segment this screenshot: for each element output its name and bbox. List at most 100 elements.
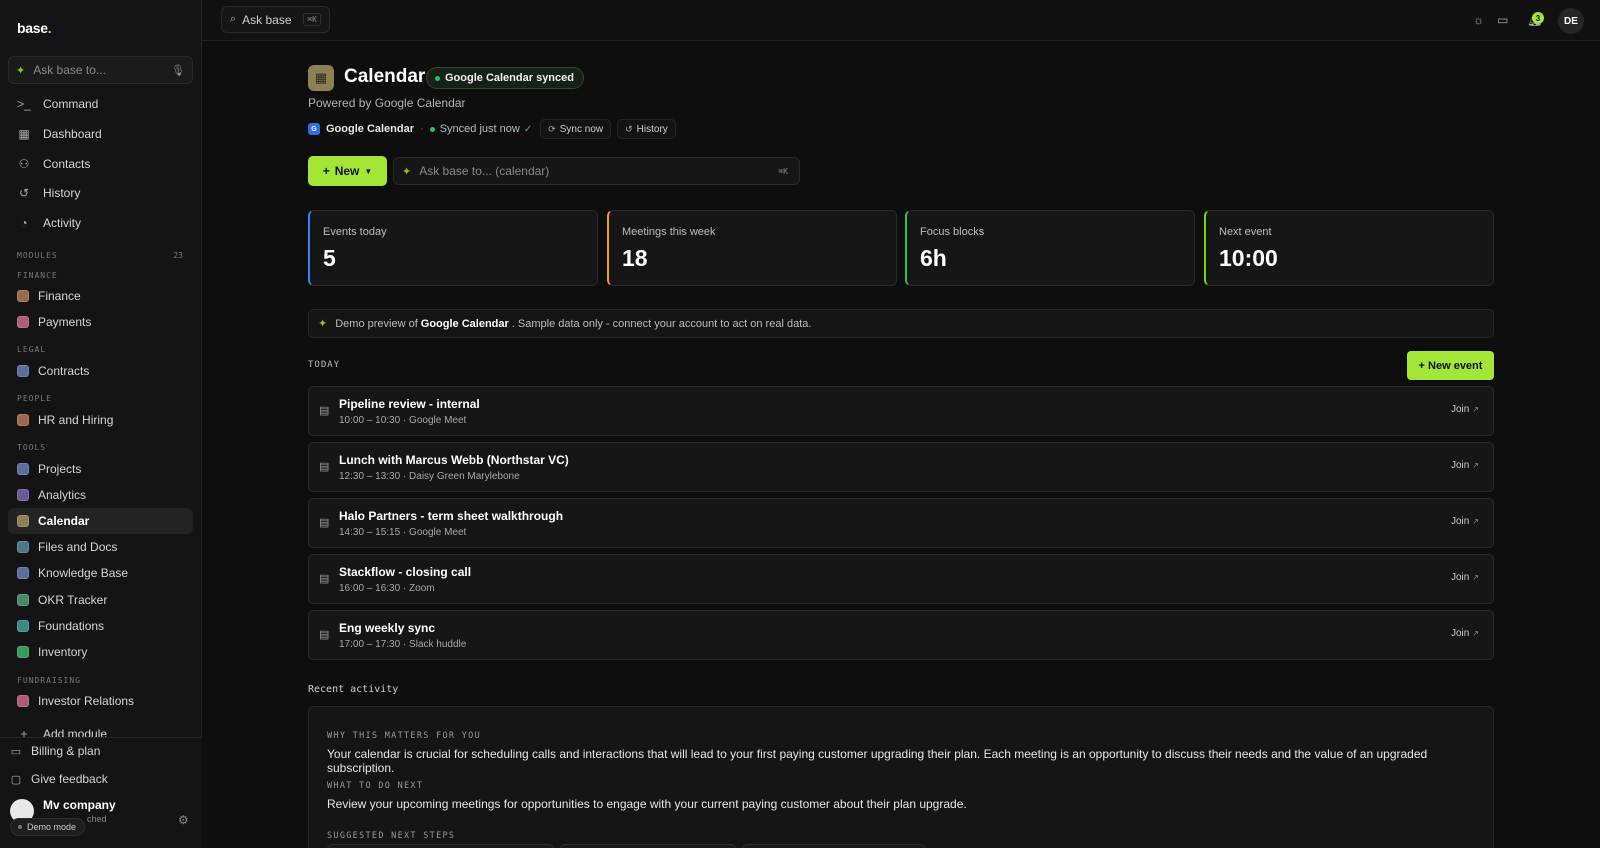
sync-now-button[interactable]: ⟳ Sync now: [540, 119, 612, 139]
nav-dashboard[interactable]: ▦ Dashboard: [8, 121, 193, 147]
sidebar-ask-input[interactable]: ✦ Ask base to... 🎙︎: [8, 56, 193, 84]
calendar-icon: ▤: [319, 405, 330, 417]
module-inventory[interactable]: Inventory: [8, 639, 193, 665]
source-row: G Google Calendar · Synced just now ✓ ⟳ Sy…: [308, 119, 676, 139]
calendar-icon: ▤: [319, 629, 330, 641]
files-icon: [17, 541, 29, 553]
external-link-icon: ↗: [1472, 573, 1479, 582]
okr-icon: [17, 594, 29, 606]
new-event-button[interactable]: + New event: [1407, 351, 1494, 380]
sparkle-icon: ✦: [16, 64, 26, 77]
insight-panel: WHY THIS MATTERS FOR YOU Your calendar i…: [308, 706, 1494, 848]
why-text: Your calendar is crucial for scheduling …: [327, 747, 1428, 775]
event-row[interactable]: ▤ Pipeline review - internal 10:00 – 10:…: [308, 386, 1494, 436]
section-tools: TOOLS: [17, 443, 47, 452]
calendar-icon: ▤: [319, 517, 330, 529]
feedback-link[interactable]: ▢ Give feedback: [10, 772, 108, 786]
notification-badge: 3: [1532, 12, 1544, 24]
gear-icon[interactable]: ⚙: [178, 813, 189, 827]
suggested-step-button[interactable]: [742, 844, 925, 848]
card-icon: ▭: [10, 745, 22, 758]
calendar-ask-input[interactable]: ✦ Ask base to... (calendar) ⌘K: [393, 157, 800, 185]
sun-icon[interactable]: ☼: [1473, 13, 1484, 27]
history-button[interactable]: ↺ History: [617, 119, 676, 139]
why-heading: WHY THIS MATTERS FOR YOU: [327, 731, 482, 741]
app-logo[interactable]: base.: [17, 20, 52, 36]
check-icon: ✓: [523, 123, 533, 135]
history-icon: ↺: [625, 123, 633, 134]
projects-icon: [17, 463, 29, 475]
sync-badge: Google Calendar synced: [426, 67, 584, 89]
module-finance[interactable]: Finance: [8, 283, 193, 309]
plus-icon: +: [322, 164, 330, 178]
contracts-icon: [17, 365, 29, 377]
module-payments[interactable]: Payments: [8, 309, 193, 335]
suggested-step-button[interactable]: [327, 844, 554, 848]
external-link-icon: ↗: [1472, 517, 1479, 526]
join-link[interactable]: Join ↗: [1451, 628, 1479, 639]
join-link[interactable]: Join ↗: [1451, 572, 1479, 583]
modules-count: 23: [173, 251, 183, 260]
nav-history[interactable]: ↺ History: [8, 180, 193, 206]
module-projects[interactable]: Projects: [8, 456, 193, 482]
global-search[interactable]: ⌕ Ask base ⌘K: [221, 6, 330, 33]
sidebar: base. ✦ Ask base to... 🎙︎ >_ Command ▦ Das…: [0, 0, 202, 848]
stat-focus-blocks: Focus blocks 6h: [905, 210, 1195, 286]
payments-icon: [17, 316, 29, 328]
module-knowledge-base[interactable]: Knowledge Base: [8, 560, 193, 586]
new-button[interactable]: + New ▼: [308, 156, 387, 186]
layout-icon[interactable]: ▭: [1497, 13, 1508, 27]
nav-contacts[interactable]: ⚇ Contacts: [8, 151, 193, 177]
module-hr-hiring[interactable]: HR and Hiring: [8, 407, 193, 433]
event-row[interactable]: ▤ Halo Partners - term sheet walkthrough…: [308, 498, 1494, 548]
calendar-app-icon: ▦: [308, 65, 334, 91]
ask-placeholder: Ask base to...: [33, 63, 106, 77]
calendar-icon: [17, 515, 29, 527]
user-avatar[interactable]: DE: [1558, 8, 1584, 34]
search-icon: ⌕: [230, 13, 237, 25]
page-subtitle: Powered by Google Calendar: [308, 96, 466, 110]
suggested-step-button[interactable]: [560, 844, 736, 848]
demo-mode-badge[interactable]: Demo mode: [10, 818, 86, 836]
section-fundraising: FUNDRAISING: [17, 676, 81, 685]
section-people: PEOPLE: [17, 394, 52, 403]
calendar-icon: ▤: [319, 461, 330, 473]
stat-meetings-week: Meetings this week 18: [607, 210, 897, 286]
sparkle-icon: ✦: [318, 318, 328, 330]
stat-events-today: Events today 5: [308, 210, 598, 286]
join-link[interactable]: Join ↗: [1451, 404, 1479, 415]
grid-icon: ▦: [18, 127, 30, 141]
shortcut-hint: ⌘K: [778, 166, 788, 176]
event-row[interactable]: ▤ Eng weekly sync 17:00 – 17:30 · Slack …: [308, 610, 1494, 660]
finance-icon: [17, 290, 29, 302]
nav-command[interactable]: >_ Command: [8, 91, 193, 117]
join-link[interactable]: Join ↗: [1451, 460, 1479, 471]
company-name: Mv company: [43, 798, 116, 812]
nav-activity[interactable]: ◔ Activity: [8, 210, 193, 236]
module-okr-tracker[interactable]: OKR Tracker: [8, 587, 193, 613]
join-link[interactable]: Join ↗: [1451, 516, 1479, 527]
message-icon: ▢: [10, 773, 22, 786]
module-foundations[interactable]: Foundations: [8, 613, 193, 639]
shortcut-hint: ⌘K: [303, 13, 321, 26]
chevron-down-icon: ▼: [364, 166, 373, 176]
event-row[interactable]: ▤ Stackflow - closing call 16:00 – 16:30…: [308, 554, 1494, 604]
module-contracts[interactable]: Contracts: [8, 358, 193, 384]
module-investor-relations[interactable]: Investor Relations: [8, 688, 193, 714]
calendar-icon: ▤: [319, 573, 330, 585]
recent-activity-heading: Recent activity: [308, 684, 399, 695]
module-analytics[interactable]: Analytics: [8, 482, 193, 508]
terminal-icon: >_: [17, 97, 31, 111]
module-calendar[interactable]: Calendar: [8, 508, 193, 534]
event-row[interactable]: ▤ Lunch with Marcus Webb (Northstar VC) …: [308, 442, 1494, 492]
next-text: Review your upcoming meetings for opport…: [327, 797, 967, 811]
refresh-icon: ⟳: [548, 123, 556, 134]
investor-icon: [17, 695, 29, 707]
modules-label: MODULES: [17, 251, 58, 260]
steps-heading: SUGGESTED NEXT STEPS: [327, 831, 456, 841]
module-files-docs[interactable]: Files and Docs: [8, 534, 193, 560]
billing-link[interactable]: ▭ Billing & plan: [10, 744, 101, 758]
foundations-icon: [17, 620, 29, 632]
top-bar: ⌕ Ask base ⌘K: [202, 0, 1600, 41]
microphone-icon[interactable]: 🎙︎: [171, 64, 185, 77]
